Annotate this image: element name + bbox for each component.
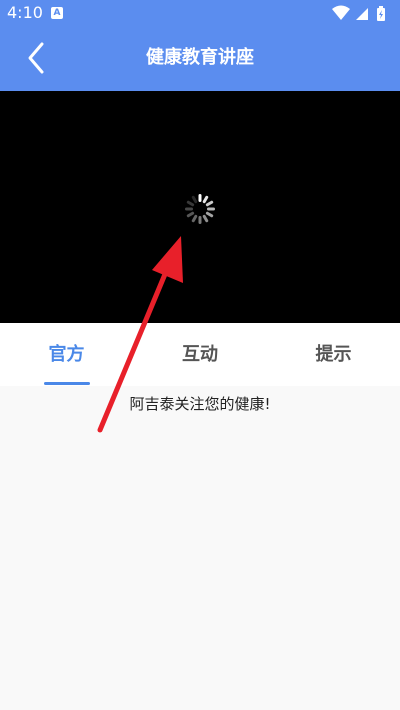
tab-bar: 官方 互动 提示 (0, 323, 400, 386)
battery-charging-icon (377, 6, 385, 21)
signal-icon (356, 8, 368, 20)
loading-spinner-icon (185, 194, 215, 224)
wifi-icon (332, 5, 350, 20)
active-tab-indicator (44, 382, 90, 385)
app-screen: 4:10 A 健康教育讲座 官方 互动 提示 阿吉泰关注您的健康! (0, 0, 400, 710)
notification-icon: A (51, 7, 63, 19)
status-bar: 4:10 A (0, 0, 400, 26)
welcome-message: 阿吉泰关注您的健康! (129, 395, 271, 413)
tab-interactive[interactable]: 互动 (133, 323, 267, 386)
tab-tips[interactable]: 提示 (267, 323, 400, 386)
app-header: 4:10 A 健康教育讲座 (0, 0, 400, 91)
status-icons (332, 5, 392, 21)
status-time: 4:10 (7, 3, 43, 22)
tab-official[interactable]: 官方 (0, 323, 133, 386)
content-area: 阿吉泰关注您的健康! (0, 386, 400, 710)
page-title: 健康教育讲座 (146, 47, 254, 68)
